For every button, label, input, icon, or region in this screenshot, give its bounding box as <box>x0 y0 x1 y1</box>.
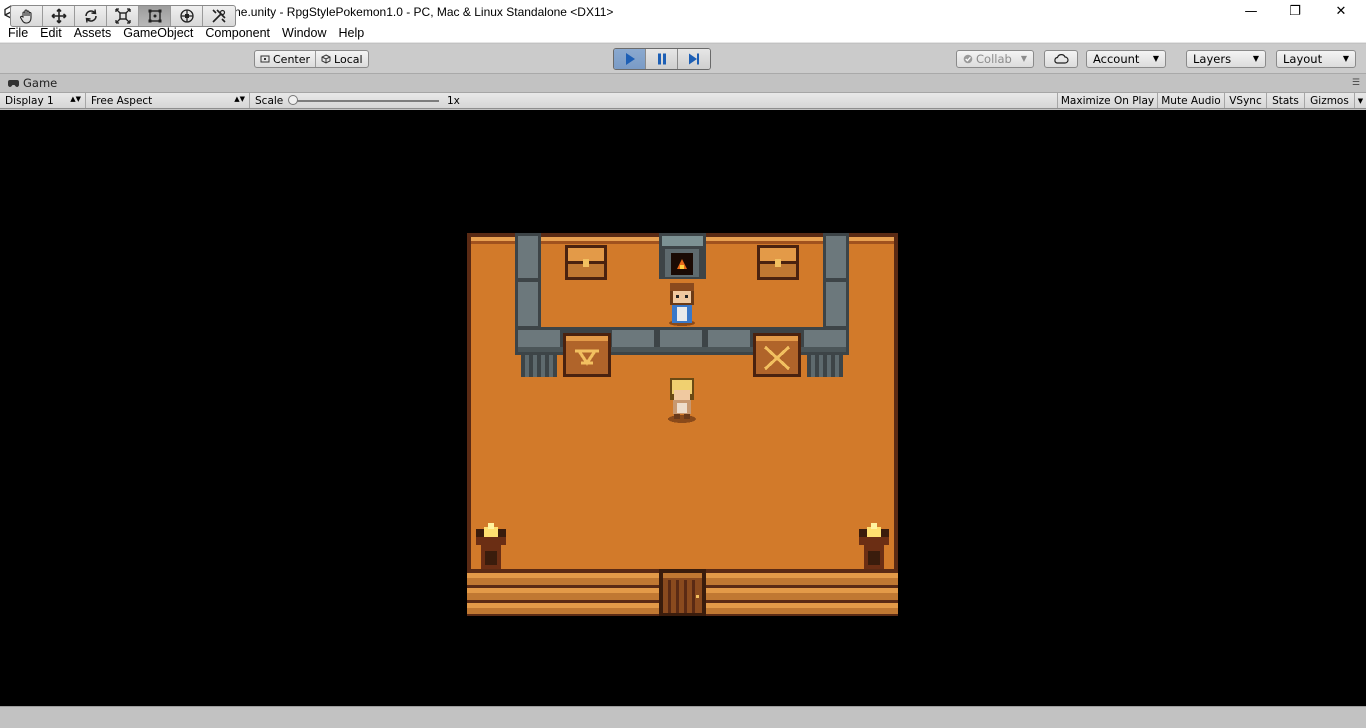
layers-dropdown[interactable]: Layers ▼ <box>1186 50 1266 68</box>
pivot-center-label: Center <box>273 52 311 66</box>
account-dropdown-icon: ▼ <box>1152 54 1159 63</box>
layout-label: Layout <box>1283 52 1323 66</box>
game-view-toolbar: Display 1 ▲▼ Free Aspect ▲▼ Scale 1x Max… <box>0 92 1366 109</box>
panel-menu-icon[interactable]: ☰ <box>1352 78 1360 88</box>
scale-value: 1x <box>447 94 460 107</box>
pivot-center-icon <box>260 55 270 63</box>
menu-component[interactable]: Component <box>199 26 276 40</box>
menu-edit[interactable]: Edit <box>34 26 68 40</box>
aspect-dropdown[interactable]: Free Aspect ▲▼ <box>86 93 250 108</box>
transform-tool-button[interactable] <box>171 6 203 26</box>
rotate-icon <box>84 9 97 23</box>
menu-help[interactable]: Help <box>332 26 370 40</box>
fireplace <box>659 233 706 279</box>
treasure-chest-right <box>757 245 799 280</box>
close-button[interactable]: ✕ <box>1318 0 1364 23</box>
collab-label: Collab <box>976 52 1012 66</box>
scale-tool-button[interactable] <box>107 6 139 26</box>
stone-wall-left <box>515 233 541 329</box>
layout-dropdown[interactable]: Layout ▼ <box>1276 50 1356 68</box>
display-dropdown[interactable]: Display 1 ▲▼ <box>0 93 86 108</box>
play-button[interactable] <box>614 49 646 69</box>
stone-wall-right <box>823 233 849 329</box>
scale-slider-track[interactable] <box>291 100 439 102</box>
stats-toggle[interactable]: Stats <box>1266 93 1304 108</box>
maximize-on-play-toggle[interactable]: Maximize On Play <box>1057 93 1157 108</box>
weapon-crate-left <box>563 333 611 377</box>
mute-audio-toggle[interactable]: Mute Audio <box>1157 93 1224 108</box>
rect-transform-icon <box>148 9 161 23</box>
layers-label: Layers <box>1193 52 1232 66</box>
vsync-toggle[interactable]: VSync <box>1224 93 1266 108</box>
collab-button[interactable]: Collab ▼ <box>956 50 1034 68</box>
collab-dropdown-icon: ▼ <box>1020 54 1027 63</box>
aspect-label: Free Aspect <box>91 94 153 107</box>
display-label: Display 1 <box>5 94 54 107</box>
scale-slider-thumb[interactable] <box>288 95 298 105</box>
menu-window[interactable]: Window <box>276 26 332 40</box>
menu-assets[interactable]: Assets <box>68 26 118 40</box>
custom-tool-button[interactable] <box>203 6 235 26</box>
menu-file[interactable]: File <box>2 26 34 40</box>
hand-tool-button[interactable] <box>11 6 43 26</box>
play-icon <box>625 53 635 65</box>
cube-icon <box>321 54 331 64</box>
display-dropdown-icon: ▲▼ <box>70 95 81 103</box>
tools-icon <box>212 9 226 23</box>
step-button[interactable] <box>678 49 710 69</box>
account-dropdown[interactable]: Account ▼ <box>1086 50 1166 68</box>
game-controller-icon <box>8 79 19 87</box>
transform-icon <box>179 9 194 23</box>
hand-icon <box>19 9 32 24</box>
layout-dropdown-icon: ▼ <box>1342 54 1349 63</box>
treasure-chest-left <box>565 245 607 280</box>
status-bar <box>0 706 1366 728</box>
check-icon <box>963 54 973 64</box>
shopkeeper-npc <box>669 283 695 326</box>
pause-button[interactable] <box>646 49 678 69</box>
aspect-dropdown-icon: ▲▼ <box>234 95 245 103</box>
tab-game[interactable]: Game <box>8 76 57 90</box>
playback-controls <box>613 48 711 70</box>
step-icon <box>689 53 699 65</box>
transform-tools <box>10 5 236 27</box>
pause-icon <box>657 53 666 65</box>
pivot-local-button[interactable]: Local <box>316 51 368 67</box>
menu-gameobject[interactable]: GameObject <box>117 26 199 40</box>
minimize-button[interactable]: — <box>1228 0 1274 23</box>
cloud-icon <box>1054 54 1069 64</box>
rotate-tool-button[interactable] <box>75 6 107 26</box>
exit-door <box>659 569 706 616</box>
game-scene[interactable] <box>467 233 898 616</box>
move-icon <box>51 8 66 24</box>
gizmos-dropdown-icon[interactable]: ▼ <box>1354 93 1366 108</box>
scale-icon <box>114 8 131 24</box>
rect-tool-button[interactable] <box>139 6 171 26</box>
cloud-button[interactable] <box>1044 50 1078 68</box>
unity-editor-window: Unity 2019.1.8f1 Personal - SampleScene.… <box>0 0 1366 728</box>
account-label: Account <box>1093 52 1140 66</box>
pivot-local-label: Local <box>334 52 363 66</box>
pivot-center-button[interactable]: Center <box>255 51 317 67</box>
maximize-button[interactable]: ❐ <box>1272 0 1318 23</box>
game-tab-row: Game ☰ <box>0 75 1366 92</box>
pivot-toggle-group: Center Local <box>254 50 369 68</box>
gizmos-toggle[interactable]: Gizmos <box>1304 93 1354 108</box>
game-view[interactable] <box>0 110 1366 706</box>
move-tool-button[interactable] <box>43 6 75 26</box>
layers-dropdown-icon: ▼ <box>1252 54 1259 63</box>
weapon-crate-right <box>753 333 801 377</box>
tab-game-label: Game <box>23 76 58 90</box>
